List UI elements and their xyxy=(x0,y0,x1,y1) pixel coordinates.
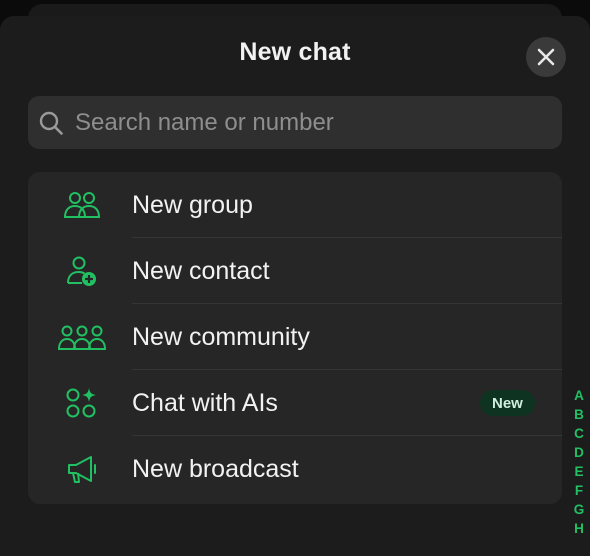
ai-chat-icon xyxy=(56,383,108,423)
add-contact-icon xyxy=(56,251,108,291)
index-letter[interactable]: H xyxy=(574,519,584,538)
index-letter[interactable]: A xyxy=(574,386,584,405)
close-button[interactable] xyxy=(526,37,566,77)
page-title: New chat xyxy=(239,38,351,66)
index-letter[interactable]: C xyxy=(574,424,584,443)
new-badge: New xyxy=(480,390,535,416)
new-group-label: New group xyxy=(132,190,253,219)
search-bar[interactable] xyxy=(28,96,562,149)
index-letter[interactable]: G xyxy=(574,500,585,519)
group-icon xyxy=(56,185,108,225)
new-broadcast-option[interactable]: New broadcast xyxy=(28,436,562,502)
megaphone-icon xyxy=(56,449,108,489)
new-contact-label: New contact xyxy=(132,256,270,285)
new-broadcast-label: New broadcast xyxy=(132,454,299,483)
index-letter[interactable]: B xyxy=(574,405,584,424)
search-input[interactable] xyxy=(73,107,547,138)
index-letter[interactable]: E xyxy=(574,462,583,481)
index-letter[interactable]: D xyxy=(574,443,584,462)
community-icon xyxy=(56,317,108,357)
chat-with-ais-label: Chat with AIs xyxy=(132,388,278,417)
new-chat-options: New group New contact New community Chat… xyxy=(28,172,562,504)
search-icon xyxy=(37,109,65,137)
new-community-label: New community xyxy=(132,322,310,351)
new-community-option[interactable]: New community xyxy=(28,304,562,370)
alphabet-index[interactable]: A B C D E F G H xyxy=(570,386,588,538)
index-letter[interactable]: F xyxy=(575,481,583,500)
new-contact-option[interactable]: New contact xyxy=(28,238,562,304)
new-group-option[interactable]: New group xyxy=(28,172,562,238)
chat-with-ais-option[interactable]: Chat with AIs New xyxy=(28,370,562,436)
close-icon xyxy=(537,48,555,66)
